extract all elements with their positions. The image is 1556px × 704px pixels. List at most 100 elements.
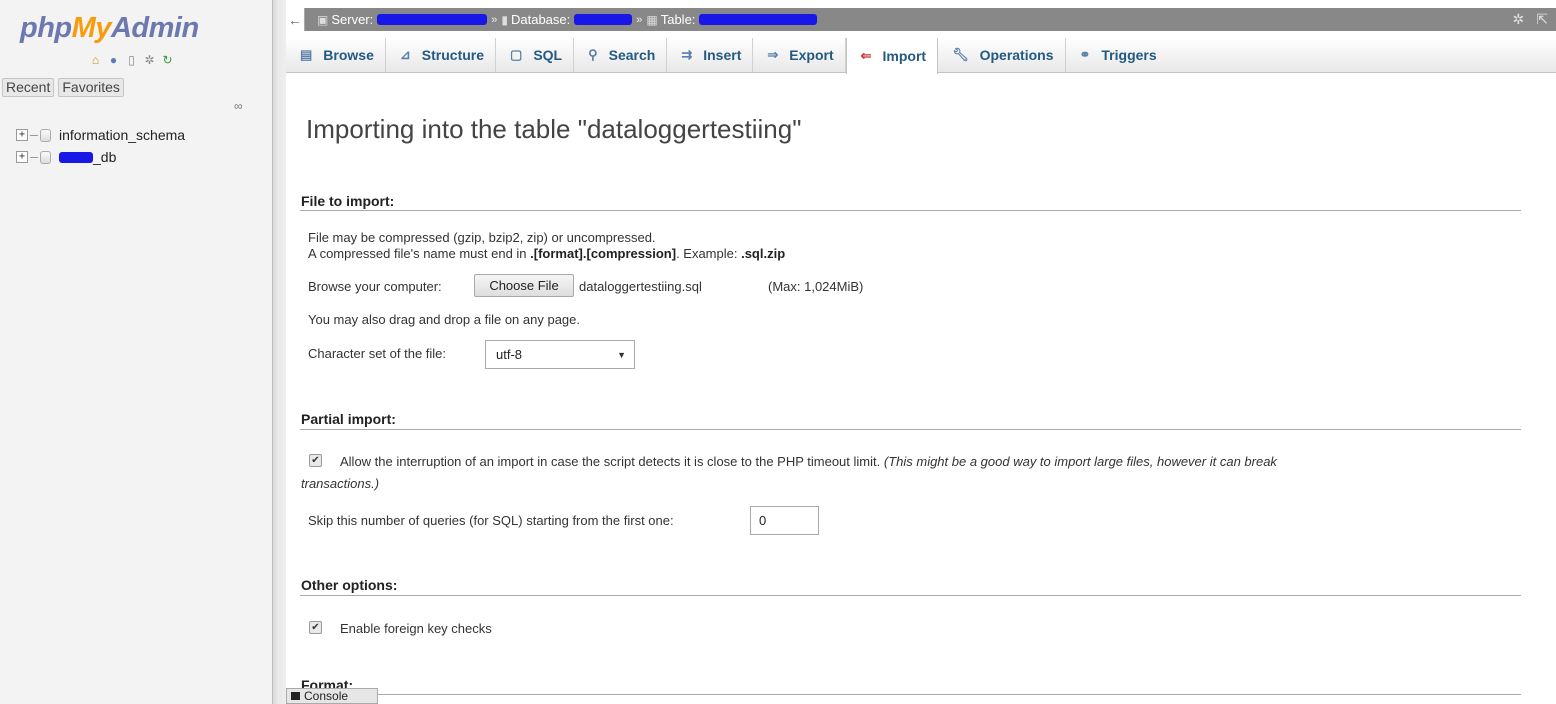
foreign-key-label: Enable foreign key checks (340, 621, 492, 636)
file-name-note-prefix: A compressed file's name must end in (308, 246, 531, 261)
file-name-note-format: .[format].[compression] (530, 246, 677, 261)
allow-interrupt-checkbox[interactable]: ✔ (309, 454, 322, 467)
database-item-redacted[interactable]: + _db (16, 146, 185, 168)
allow-interrupt-label: Allow the interruption of an import in c… (340, 454, 881, 469)
drag-drop-note: You may also drag and drop a file on any… (308, 312, 580, 327)
docs-icon[interactable]: ▯ (124, 52, 139, 67)
reload-icon[interactable]: ↻ (160, 52, 175, 67)
home-icon[interactable]: ⌂ (88, 52, 103, 67)
link-icon[interactable]: ∞ (234, 99, 243, 113)
file-name-note-example: .sql.zip (741, 246, 786, 261)
foreign-key-checkbox[interactable]: ✔ (309, 621, 322, 634)
charset-label: Character set of the file: (308, 346, 447, 361)
file-name-note-mid: . Example: (676, 246, 742, 261)
chevron-down-icon: ▼ (617, 349, 626, 360)
collapse-icon[interactable]: ⇱ (1536, 11, 1548, 28)
browse-label: Browse your computer: (308, 279, 442, 294)
tab-browse[interactable]: ▤ Browse (286, 38, 386, 72)
table-icon: ▦ (646, 12, 658, 27)
navigation-icons: ⌂ ● ▯ ✲ ↻ (88, 52, 175, 67)
server-label: Server: (331, 12, 374, 27)
allow-interrupt-text: Allow the interruption of an import in c… (340, 454, 1277, 469)
breadcrumb: ← ▣ Server: » ▮ Database: » ▦ Table: ✲ ⇱ (286, 8, 1556, 31)
expand-icon[interactable]: + (16, 129, 28, 141)
tree-line (30, 156, 38, 158)
skip-queries-input[interactable]: 0 (750, 506, 819, 535)
tab-sql[interactable]: ▢ SQL (496, 38, 575, 72)
tab-label: Search (608, 47, 656, 63)
search-icon: ⚲ (588, 47, 598, 62)
tab-label: Import (882, 48, 927, 64)
tab-label: Insert (703, 47, 742, 63)
tab-operations[interactable]: 🔧︎ Operations (938, 38, 1066, 72)
choose-file-button[interactable]: Choose File (474, 274, 574, 297)
console-icon (291, 692, 300, 700)
tab-triggers[interactable]: ⚭ Triggers (1066, 38, 1168, 72)
recent-button[interactable]: Recent (2, 78, 55, 97)
breadcrumb-server[interactable]: ▣ Server: (317, 12, 488, 27)
tab-structure[interactable]: ⊿ Structure (386, 38, 497, 72)
browse-icon: ▤ (300, 47, 313, 62)
database-item-information-schema[interactable]: + information_schema (16, 124, 185, 146)
skip-queries-value: 0 (759, 513, 767, 528)
file-name-note: A compressed file's name must end in .[f… (308, 246, 785, 261)
logout-icon[interactable]: ● (106, 52, 121, 67)
panel-resizer[interactable] (272, 0, 286, 704)
charset-select[interactable]: utf-8 ▼ (485, 340, 635, 369)
console-toggle[interactable]: Console (286, 688, 378, 704)
expand-icon[interactable]: + (16, 151, 28, 163)
database-tree: + information_schema + _db (16, 124, 185, 168)
phpmyadmin-logo[interactable]: phpMyAdmin (20, 12, 199, 45)
breadcrumb-database[interactable]: ▮ Database: (501, 12, 633, 27)
console-label: Console (304, 689, 349, 703)
allow-interrupt-hint: (This might be a good way to import larg… (883, 454, 1277, 469)
tab-label: Operations (979, 47, 1054, 63)
other-options-heading: Other options: (301, 577, 398, 593)
table-label: Table: (660, 12, 696, 27)
settings-icon[interactable]: ✲ (142, 52, 157, 67)
main-content: Importing into the table "dataloggertest… (286, 74, 1556, 704)
section-divider (300, 694, 1521, 695)
page-title: Importing into the table "dataloggertest… (306, 114, 802, 144)
export-icon: ⇒ (767, 47, 779, 62)
breadcrumb-separator: » (491, 13, 498, 26)
redaction-mark (59, 151, 93, 163)
triggers-icon: ⚭ (1079, 47, 1091, 62)
breadcrumb-actions: ✲ ⇱ (1513, 11, 1548, 28)
redaction-mark (574, 14, 633, 25)
breadcrumb-separator: » (636, 13, 643, 26)
section-divider (300, 210, 1521, 211)
database-icon: ▮ (501, 12, 508, 27)
tab-label: Browse (323, 47, 374, 63)
chosen-file-name: dataloggertestiing.sql (579, 279, 702, 294)
database-name[interactable]: information_schema (59, 127, 185, 143)
insert-icon: ⇉ (681, 47, 693, 62)
recent-favorites: Recent Favorites (2, 78, 124, 97)
settings-icon[interactable]: ✲ (1513, 11, 1525, 28)
allow-interrupt-hint-continued: transactions.) (301, 476, 379, 491)
max-size: (Max: 1,024MiB) (768, 279, 864, 294)
tab-import[interactable]: ⇐ Import (845, 38, 939, 74)
partial-section-heading: Partial import: (301, 411, 396, 427)
tab-export[interactable]: ⇒ Export (753, 38, 846, 72)
logo-php: php (20, 12, 72, 44)
logo-admin: Admin (110, 12, 199, 44)
sql-icon: ▢ (510, 47, 523, 62)
redaction-mark (377, 14, 488, 25)
breadcrumb-table[interactable]: ▦ Table: (646, 12, 818, 27)
navigation-panel: phpMyAdmin ⌂ ● ▯ ✲ ↻ Recent Favorites ∞ … (0, 0, 272, 704)
collapse-arrow-icon[interactable]: ← (286, 8, 305, 31)
structure-icon: ⊿ (399, 47, 411, 62)
database-name[interactable]: _db (93, 149, 116, 165)
tab-label: Triggers (1101, 47, 1157, 63)
menu-tabs: ▤ Browse ⊿ Structure ▢ SQL ⚲ Search ⇉ Insert … (286, 38, 1556, 74)
skip-queries-label: Skip this number of queries (for SQL) st… (308, 513, 674, 528)
server-icon: ▣ (317, 12, 329, 27)
redaction-mark (699, 14, 818, 25)
tab-search[interactable]: ⚲ Search (574, 38, 668, 72)
favorites-button[interactable]: Favorites (58, 78, 124, 97)
charset-value: utf-8 (496, 347, 523, 362)
tab-insert[interactable]: ⇉ Insert (667, 38, 754, 72)
database-icon (40, 128, 51, 142)
section-divider (300, 429, 1521, 430)
